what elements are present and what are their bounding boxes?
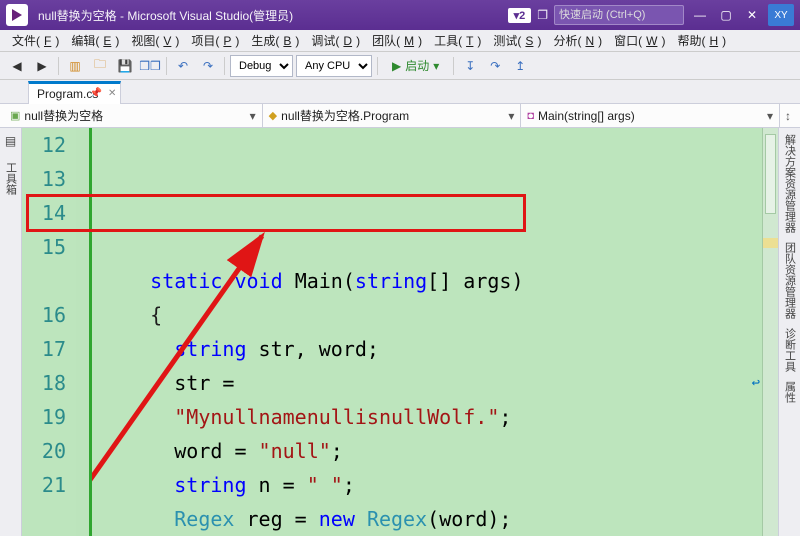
menu-item[interactable]: 窗口(W) <box>610 30 669 51</box>
code-line[interactable]: "MynullnamenullisnullWolf."; <box>102 400 762 434</box>
menu-item[interactable]: 生成(B) <box>247 30 303 51</box>
nav-project-combo[interactable]: ▣ null替换为空格 ▾ <box>4 104 263 127</box>
fold-gutter[interactable] <box>76 128 92 536</box>
step-out-button[interactable]: ↥ <box>509 55 531 77</box>
code-editor[interactable]: 1213141516171819202122 static void Main(… <box>22 128 778 536</box>
menu-item[interactable]: 编辑(E) <box>67 30 123 51</box>
chevron-down-icon: ▾ <box>767 109 773 123</box>
side-tab[interactable]: 属性 <box>782 381 798 403</box>
feedback-icon[interactable]: ❐ <box>537 8 548 22</box>
step-into-button[interactable]: ↧ <box>459 55 481 77</box>
split-view-button[interactable]: ↕ <box>780 109 796 123</box>
vs-logo-icon <box>6 4 28 26</box>
csharp-project-icon: ▣ <box>10 109 20 122</box>
toolbar: ◀ ▶ ▥ 🗀 💾 ❒❒ ↶ ↷ Debug Any CPU ▶ 启动 ▾ ↧ … <box>0 52 800 80</box>
menu-item[interactable]: 项目(P) <box>187 30 243 51</box>
new-project-button[interactable]: ▥ <box>64 55 86 77</box>
menu-item[interactable]: 团队(M) <box>368 30 426 51</box>
menu-item[interactable]: 调试(D) <box>307 30 364 51</box>
scrollbar-marker <box>763 238 778 248</box>
code-content[interactable]: static void Main(string[] args) { string… <box>92 128 762 536</box>
menu-item[interactable]: 视图(V) <box>127 30 183 51</box>
title-bar: null替换为空格 - Microsoft Visual Studio(管理员)… <box>0 0 800 30</box>
maximize-button[interactable]: ▢ <box>716 5 736 25</box>
code-nav-bar: ▣ null替换为空格 ▾ ◆ null替换为空格.Program ▾ ◘ Ma… <box>0 104 800 128</box>
class-icon: ◆ <box>269 109 277 122</box>
side-tab[interactable]: 诊断工具 <box>782 328 798 372</box>
server-explorer-icon[interactable]: ▤ <box>5 134 16 148</box>
menu-bar: 文件(F)编辑(E)视图(V)项目(P)生成(B)调试(D)团队(M)工具(T)… <box>0 30 800 52</box>
menu-item[interactable]: 帮助(H) <box>673 30 730 51</box>
code-line[interactable]: static void Main(string[] args) <box>102 264 762 298</box>
nav-fwd-button[interactable]: ▶ <box>31 55 53 77</box>
menu-item[interactable]: 测试(S) <box>489 30 545 51</box>
window-title: null替换为空格 - Microsoft Visual Studio(管理员) <box>38 7 508 24</box>
menu-item[interactable]: 分析(N) <box>549 30 606 51</box>
code-line[interactable]: string str, word; <box>102 332 762 366</box>
redo-button[interactable]: ↷ <box>197 55 219 77</box>
line-number-gutter: 1213141516171819202122 <box>22 128 76 536</box>
right-side-panel: 解决方案资源管理器团队资源管理器诊断工具属性 <box>778 128 800 536</box>
menu-item[interactable]: 文件(F) <box>8 30 63 51</box>
xy-badge: XY <box>768 4 794 26</box>
undo-button[interactable]: ↶ <box>172 55 194 77</box>
editor-area: ▤ 工具箱 1213141516171819202122 static void… <box>0 128 800 536</box>
step-over-button[interactable]: ↷ <box>484 55 506 77</box>
tab-program-cs[interactable]: Program.cs 📌 ✕ <box>28 81 121 104</box>
editor-scrollbar[interactable] <box>762 128 778 536</box>
side-tab[interactable]: 团队资源管理器 <box>782 242 798 319</box>
save-all-button[interactable]: ❒❒ <box>139 55 161 77</box>
scrollbar-thumb[interactable] <box>765 134 776 214</box>
nav-method-combo[interactable]: ◘ Main(string[] args) ▾ <box>521 104 780 127</box>
platform-combo[interactable]: Any CPU <box>296 55 372 77</box>
start-debug-button[interactable]: ▶ 启动 ▾ <box>383 55 448 77</box>
tab-close-icon[interactable]: ✕ <box>108 88 116 99</box>
menu-item[interactable]: 工具(T) <box>430 30 485 51</box>
document-tab-strip: Program.cs 📌 ✕ <box>0 80 800 104</box>
word-wrap-icon: ↩ <box>752 366 760 400</box>
nav-back-button[interactable]: ◀ <box>6 55 28 77</box>
config-combo[interactable]: Debug <box>230 55 293 77</box>
pin-icon[interactable]: 📌 <box>90 88 102 99</box>
left-side-panel: ▤ 工具箱 <box>0 128 22 536</box>
open-button[interactable]: 🗀 <box>89 55 111 77</box>
save-button[interactable]: 💾 <box>114 55 136 77</box>
side-tab[interactable]: 解决方案资源管理器 <box>782 134 798 233</box>
code-line[interactable]: string n = " "; <box>102 468 762 502</box>
highlight-box <box>26 194 526 232</box>
nav-class-combo[interactable]: ◆ null替换为空格.Program ▾ <box>263 104 522 127</box>
minimize-button[interactable]: — <box>690 5 710 25</box>
notification-flag[interactable]: ▾2 <box>508 8 532 23</box>
toolbox-tab[interactable]: 工具箱 <box>3 162 19 195</box>
close-button[interactable]: ✕ <box>742 5 762 25</box>
quick-launch-input[interactable] <box>554 5 684 25</box>
method-icon: ◘ <box>527 110 534 122</box>
chevron-down-icon: ▾ <box>250 109 256 123</box>
code-line[interactable]: str = ↩ <box>102 366 762 400</box>
chevron-down-icon: ▾ <box>508 109 514 123</box>
code-line[interactable]: Regex reg = new Regex(word); <box>102 502 762 536</box>
code-line[interactable]: word = "null"; <box>102 434 762 468</box>
code-line[interactable]: { <box>102 298 762 332</box>
